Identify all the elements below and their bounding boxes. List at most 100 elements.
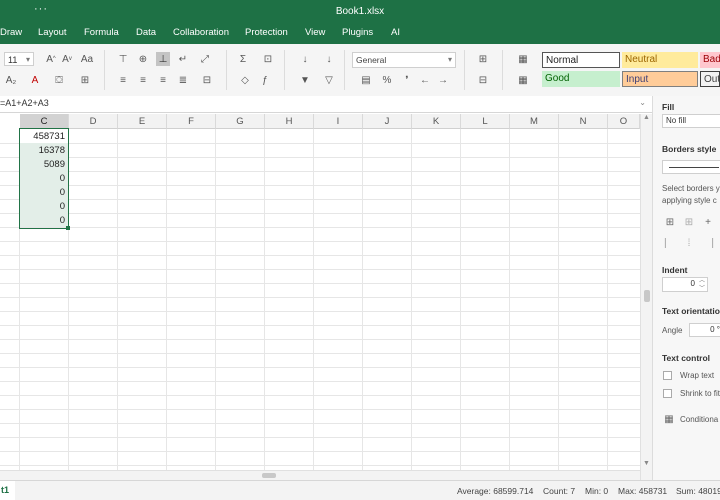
style-normal[interactable]: Normal	[542, 52, 620, 68]
decrease-font-icon[interactable]: Av	[60, 52, 74, 66]
borders-icon[interactable]: ⊞	[78, 73, 92, 87]
borders-style-heading: Borders style	[662, 144, 717, 154]
style-output[interactable]: Out	[700, 71, 720, 87]
cross-borders-icon[interactable]: +	[702, 216, 714, 228]
wrap-text-checkbox[interactable]	[663, 371, 672, 380]
number-format-select[interactable]: General ▾	[352, 52, 456, 68]
horizontal-scroll-thumb[interactable]	[262, 473, 276, 478]
cell-c2[interactable]: 16378	[20, 143, 68, 157]
shrink-to-fit-checkbox[interactable]	[663, 389, 672, 398]
comma-format-icon[interactable]: ❜	[400, 73, 414, 87]
indent-stepper[interactable]: 0 ︿ ﹀	[662, 277, 708, 292]
scroll-down-icon[interactable]: ▼	[643, 460, 650, 467]
wrap-text-icon[interactable]: ↵	[176, 52, 190, 66]
column-header-j[interactable]: J	[363, 114, 412, 129]
formula-bar[interactable]: =A1+A2+A3 ⌄	[0, 96, 652, 113]
conditional-format-icon[interactable]: ▦	[663, 413, 675, 425]
fill-handle[interactable]	[66, 226, 70, 230]
cell-c4[interactable]: 0	[20, 171, 68, 185]
menu-collaboration[interactable]: Collaboration	[173, 27, 229, 38]
right-border-icon[interactable]: ⎹	[702, 237, 714, 249]
column-line	[68, 129, 69, 478]
column-header-h[interactable]: H	[265, 114, 314, 129]
format-as-table-icon[interactable]: ▦	[512, 73, 534, 87]
fill-color-icon[interactable]: ⛋	[52, 73, 66, 87]
menu-data[interactable]: Data	[136, 27, 156, 38]
cell-c1[interactable]: 458731	[20, 129, 68, 143]
clear-filter-icon[interactable]: ▽	[322, 73, 336, 87]
column-header-d[interactable]: D	[69, 114, 118, 129]
align-center-icon[interactable]: ≡	[136, 73, 150, 87]
cell-c6[interactable]: 0	[20, 199, 68, 213]
sort-descending-icon[interactable]: ↓	[322, 52, 336, 66]
column-header-n[interactable]: N	[559, 114, 608, 129]
conditional-format-link[interactable]: Conditiona	[680, 415, 718, 424]
insert-function-icon[interactable]: ƒ	[258, 73, 272, 87]
text-orientation-icon[interactable]: ⤢	[198, 52, 212, 66]
column-header-l[interactable]: L	[461, 114, 510, 129]
increase-font-icon[interactable]: A ^	[44, 52, 58, 66]
scroll-up-icon[interactable]: ▲	[643, 114, 650, 121]
align-top-icon[interactable]: ⊤	[116, 52, 130, 66]
align-bottom-icon[interactable]: ⊥	[156, 52, 170, 66]
row-line	[0, 395, 640, 396]
align-left-icon[interactable]: ≡	[116, 73, 130, 87]
decrease-decimal-icon[interactable]: ←	[418, 73, 432, 87]
spreadsheet-grid[interactable]: C D E F G H I J K L M N O 458731 16378 5…	[0, 114, 640, 478]
menu-layout[interactable]: Layout	[38, 27, 67, 38]
column-header-e[interactable]: E	[118, 114, 167, 129]
vertical-scroll-thumb[interactable]	[644, 290, 650, 302]
style-input[interactable]: Input	[622, 71, 698, 87]
menu-draw[interactable]: Draw	[0, 27, 22, 38]
menu-ai[interactable]: AI	[391, 27, 400, 38]
border-line-style-select[interactable]	[662, 160, 720, 174]
inner-borders-icon[interactable]: ⊞	[683, 216, 695, 228]
font-color-icon[interactable]: A	[28, 73, 42, 87]
stepper-arrows-icon[interactable]: ︿ ﹀	[699, 278, 705, 291]
font-size-select[interactable]: 11 ▾	[4, 52, 34, 66]
cell-c7[interactable]: 0	[20, 213, 68, 227]
column-header-o[interactable]: O	[608, 114, 640, 129]
column-header-m[interactable]: M	[510, 114, 559, 129]
status-bar: t1 Average: 68599.714 Count: 7 Min: 0 Ma…	[0, 480, 720, 500]
cell-c5[interactable]: 0	[20, 185, 68, 199]
align-right-icon[interactable]: ≡	[156, 73, 170, 87]
increase-decimal-icon[interactable]: →	[436, 73, 450, 87]
menu-formula[interactable]: Formula	[84, 27, 119, 38]
justify-icon[interactable]: ≣	[176, 73, 190, 87]
center-border-icon[interactable]: ⁞	[683, 237, 695, 249]
chevron-down-icon[interactable]: ⌄	[639, 98, 646, 107]
menu-view[interactable]: View	[305, 27, 325, 38]
align-middle-icon[interactable]: ⊕	[136, 52, 150, 66]
formula-text[interactable]: =A1+A2+A3	[0, 98, 49, 108]
style-neutral[interactable]: Neutral	[622, 52, 698, 68]
column-header-k[interactable]: K	[412, 114, 461, 129]
sort-ascending-icon[interactable]: ↓	[298, 52, 312, 66]
conditional-format-icon[interactable]: ▦	[512, 52, 534, 66]
cell-c3[interactable]: 5089	[20, 157, 68, 171]
delete-cells-icon[interactable]: ⊟	[474, 73, 492, 87]
merge-cells-icon[interactable]: ⊟	[198, 73, 216, 87]
all-borders-icon[interactable]: ⊞	[664, 216, 676, 228]
autosum-icon[interactable]: Σ	[236, 52, 250, 66]
sheet-tab[interactable]: t1	[0, 481, 15, 500]
accounting-format-icon[interactable]: ▤	[356, 73, 376, 87]
filter-icon[interactable]: ▼	[298, 73, 312, 87]
style-bad[interactable]: Bad	[700, 52, 720, 68]
menu-protection[interactable]: Protection	[245, 27, 288, 38]
change-case-icon[interactable]: Aa	[78, 52, 96, 66]
fill-select[interactable]: No fill	[662, 114, 720, 128]
percent-format-icon[interactable]: %	[380, 73, 394, 87]
style-good[interactable]: Good	[542, 71, 620, 87]
insert-cells-icon[interactable]: ⊞	[474, 52, 492, 66]
column-header-f[interactable]: F	[167, 114, 216, 129]
left-border-icon[interactable]: ⎸	[664, 237, 676, 249]
column-header-i[interactable]: I	[314, 114, 363, 129]
column-header-g[interactable]: G	[216, 114, 265, 129]
clear-icon[interactable]: ◇	[238, 73, 252, 87]
menu-plugins[interactable]: Plugins	[342, 27, 373, 38]
subscript-icon[interactable]: A₂	[4, 73, 18, 87]
angle-input[interactable]: 0 °	[689, 323, 720, 337]
column-header-c[interactable]: C	[20, 114, 69, 129]
fill-down-icon[interactable]: ⊡	[258, 52, 278, 66]
